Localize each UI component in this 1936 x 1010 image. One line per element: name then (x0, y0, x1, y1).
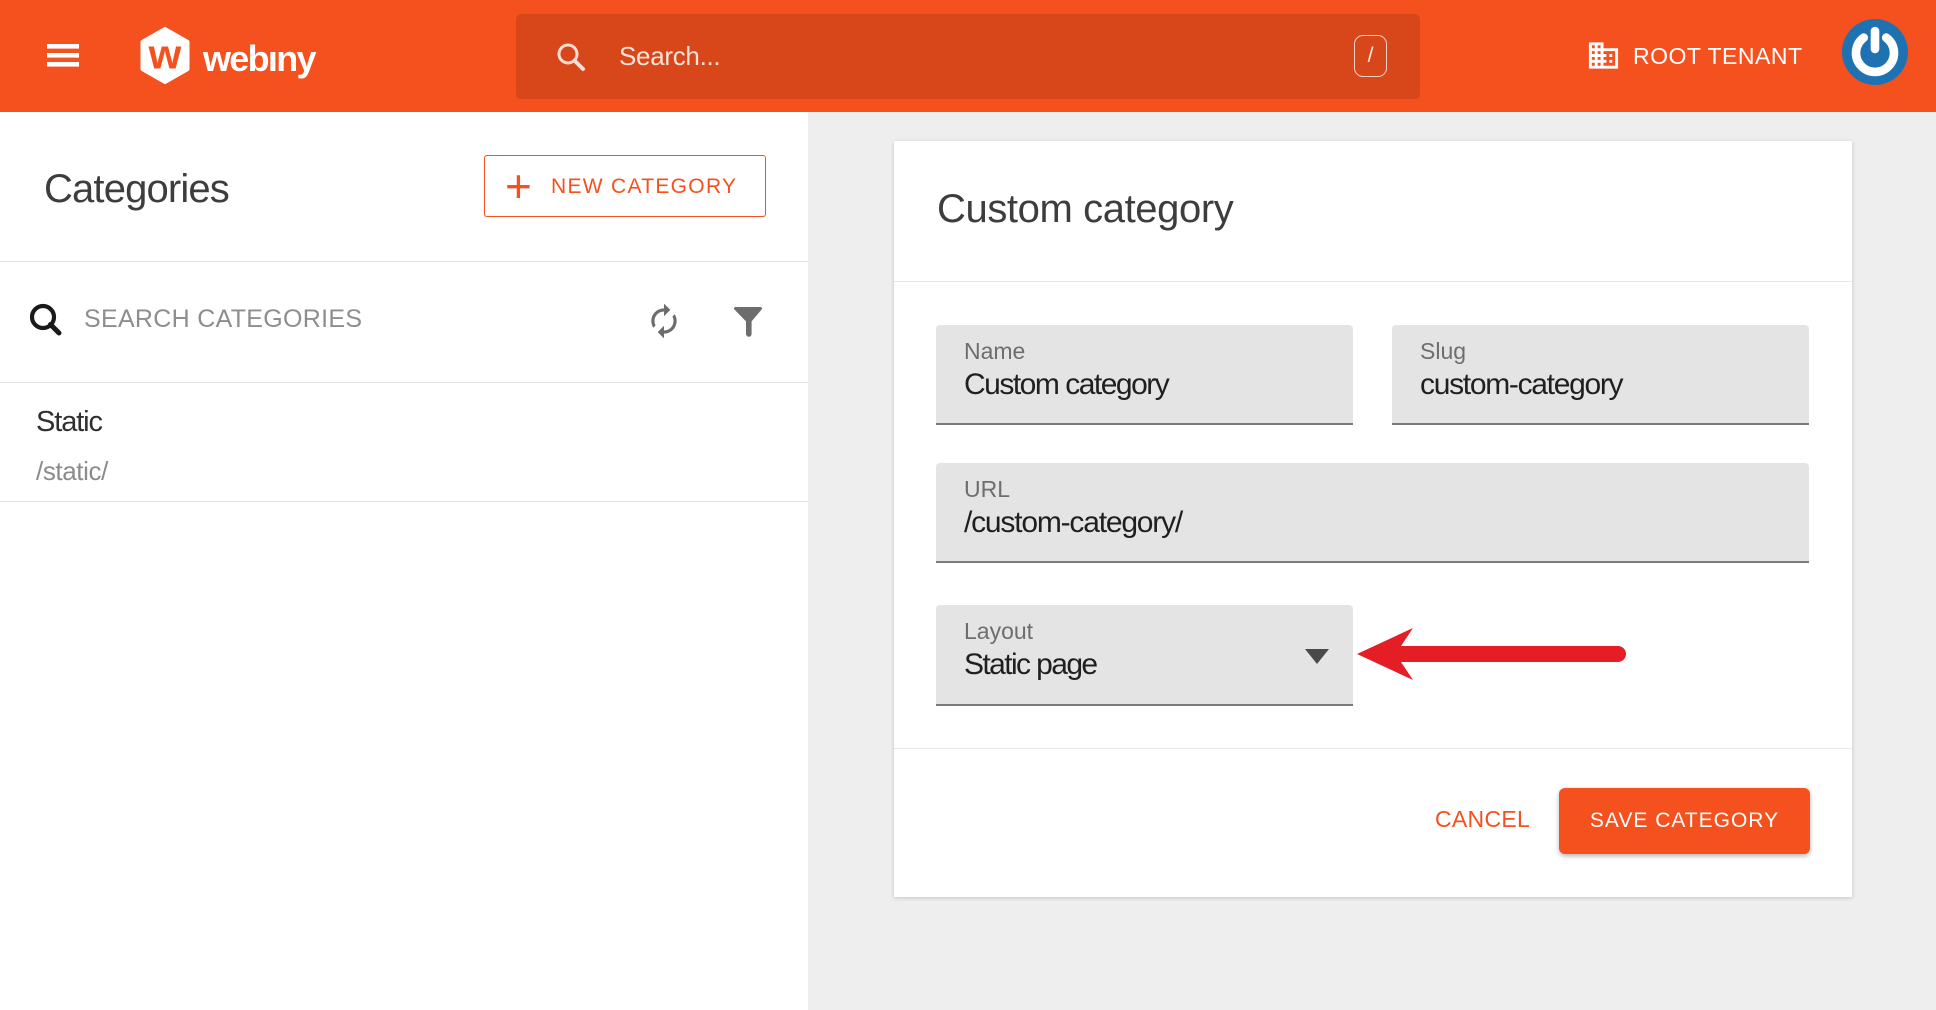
svg-text:w: w (148, 31, 182, 78)
